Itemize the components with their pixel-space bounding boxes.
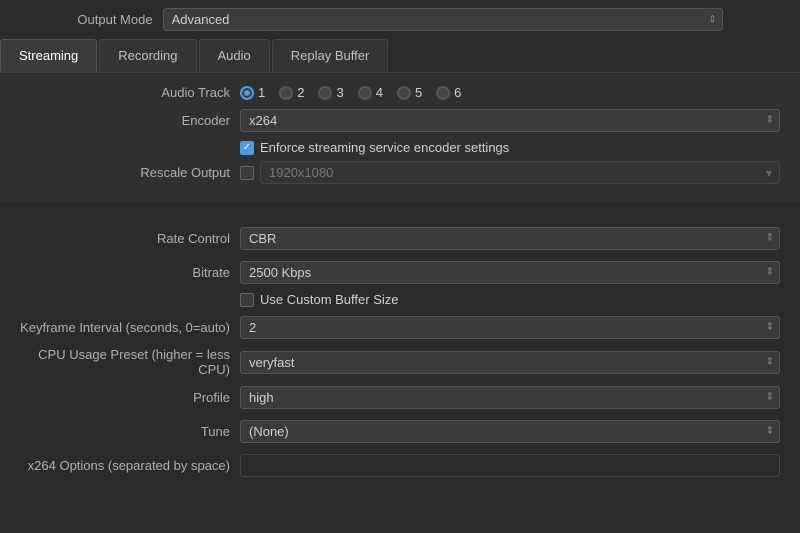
rescale-row: Rescale Output 1920x1080 <box>20 161 780 184</box>
track-option-3[interactable]: 3 <box>318 85 343 100</box>
track-option-5[interactable]: 5 <box>397 85 422 100</box>
enforce-checkbox-label: Enforce streaming service encoder settin… <box>260 140 509 155</box>
tab-recording[interactable]: Recording <box>99 39 196 72</box>
custom-buffer-label: Use Custom Buffer Size <box>260 292 398 307</box>
encoder-label: Encoder <box>20 113 240 128</box>
cpu-preset-label: CPU Usage Preset (higher = less CPU) <box>20 347 240 377</box>
profile-label: Profile <box>20 390 240 405</box>
bitrate-row: Bitrate 2500 Kbps <box>20 258 780 286</box>
profile-row: Profile high <box>20 383 780 411</box>
rate-control-select[interactable]: CBR <box>240 227 780 250</box>
rescale-label: Rescale Output <box>20 165 240 180</box>
track-option-4[interactable]: 4 <box>358 85 383 100</box>
cpu-preset-select[interactable]: veryfast <box>240 351 780 374</box>
content-section1: Audio Track 1 2 3 4 5 <box>0 73 800 202</box>
keyframe-label: Keyframe Interval (seconds, 0=auto) <box>20 320 240 335</box>
radio-4[interactable] <box>358 86 372 100</box>
track-option-1[interactable]: 1 <box>240 85 265 100</box>
custom-buffer-checkbox[interactable] <box>240 293 254 307</box>
rate-control-wrapper[interactable]: CBR <box>240 227 780 250</box>
track-options: 1 2 3 4 5 6 <box>240 85 461 100</box>
rescale-select-wrapper[interactable]: 1920x1080 <box>260 161 780 184</box>
content-section2: Rate Control CBR Bitrate 2500 Kbps Use C… <box>0 214 800 495</box>
cpu-preset-row: CPU Usage Preset (higher = less CPU) ver… <box>20 347 780 377</box>
encoder-row: Encoder x264 <box>20 106 780 134</box>
track-option-2[interactable]: 2 <box>279 85 304 100</box>
tune-select[interactable]: (None) <box>240 420 780 443</box>
profile-select[interactable]: high <box>240 386 780 409</box>
bitrate-select[interactable]: 2500 Kbps <box>240 261 780 284</box>
keyframe-wrapper[interactable]: 2 <box>240 316 780 339</box>
track-label-6: 6 <box>454 85 461 100</box>
keyframe-row: Keyframe Interval (seconds, 0=auto) 2 <box>20 313 780 341</box>
track-label-4: 4 <box>376 85 383 100</box>
radio-6[interactable] <box>436 86 450 100</box>
profile-wrapper[interactable]: high <box>240 386 780 409</box>
output-mode-select[interactable]: Advanced <box>163 8 723 31</box>
encoder-select-wrapper[interactable]: x264 <box>240 109 780 132</box>
track-label-2: 2 <box>297 85 304 100</box>
tune-wrapper[interactable]: (None) <box>240 420 780 443</box>
rate-control-label: Rate Control <box>20 231 240 246</box>
output-mode-select-wrapper[interactable]: Advanced <box>163 8 723 31</box>
output-mode-label: Output Mode <box>77 12 152 27</box>
section-divider <box>0 202 800 214</box>
tune-row: Tune (None) <box>20 417 780 445</box>
tabs-bar: Streaming Recording Audio Replay Buffer <box>0 39 800 73</box>
radio-3[interactable] <box>318 86 332 100</box>
radio-5[interactable] <box>397 86 411 100</box>
encoder-select[interactable]: x264 <box>240 109 780 132</box>
bitrate-label: Bitrate <box>20 265 240 280</box>
cpu-preset-wrapper[interactable]: veryfast <box>240 351 780 374</box>
radio-1[interactable] <box>240 86 254 100</box>
tune-label: Tune <box>20 424 240 439</box>
x264-options-control <box>240 454 780 477</box>
tab-replay-buffer[interactable]: Replay Buffer <box>272 39 389 72</box>
track-label-3: 3 <box>336 85 343 100</box>
track-label-1: 1 <box>258 85 265 100</box>
radio-2[interactable] <box>279 86 293 100</box>
x264-options-label: x264 Options (separated by space) <box>20 458 240 473</box>
keyframe-select[interactable]: 2 <box>240 316 780 339</box>
x264-options-row: x264 Options (separated by space) <box>20 451 780 479</box>
tab-audio[interactable]: Audio <box>199 39 270 72</box>
track-option-6[interactable]: 6 <box>436 85 461 100</box>
bitrate-wrapper[interactable]: 2500 Kbps <box>240 261 780 284</box>
rate-control-row: Rate Control CBR <box>20 224 780 252</box>
rescale-select[interactable]: 1920x1080 <box>260 161 780 184</box>
track-label-5: 5 <box>415 85 422 100</box>
tab-streaming[interactable]: Streaming <box>0 39 97 72</box>
output-mode-bar: Output Mode Advanced <box>0 0 800 39</box>
audio-track-row: Audio Track 1 2 3 4 5 <box>20 85 780 100</box>
x264-options-input[interactable] <box>240 454 780 477</box>
audio-track-label: Audio Track <box>20 85 240 100</box>
enforce-checkbox-row: ✓ Enforce streaming service encoder sett… <box>20 140 780 155</box>
enforce-checkbox[interactable]: ✓ <box>240 141 254 155</box>
custom-buffer-checkbox-row: Use Custom Buffer Size <box>20 292 780 307</box>
rescale-checkbox[interactable] <box>240 166 254 180</box>
